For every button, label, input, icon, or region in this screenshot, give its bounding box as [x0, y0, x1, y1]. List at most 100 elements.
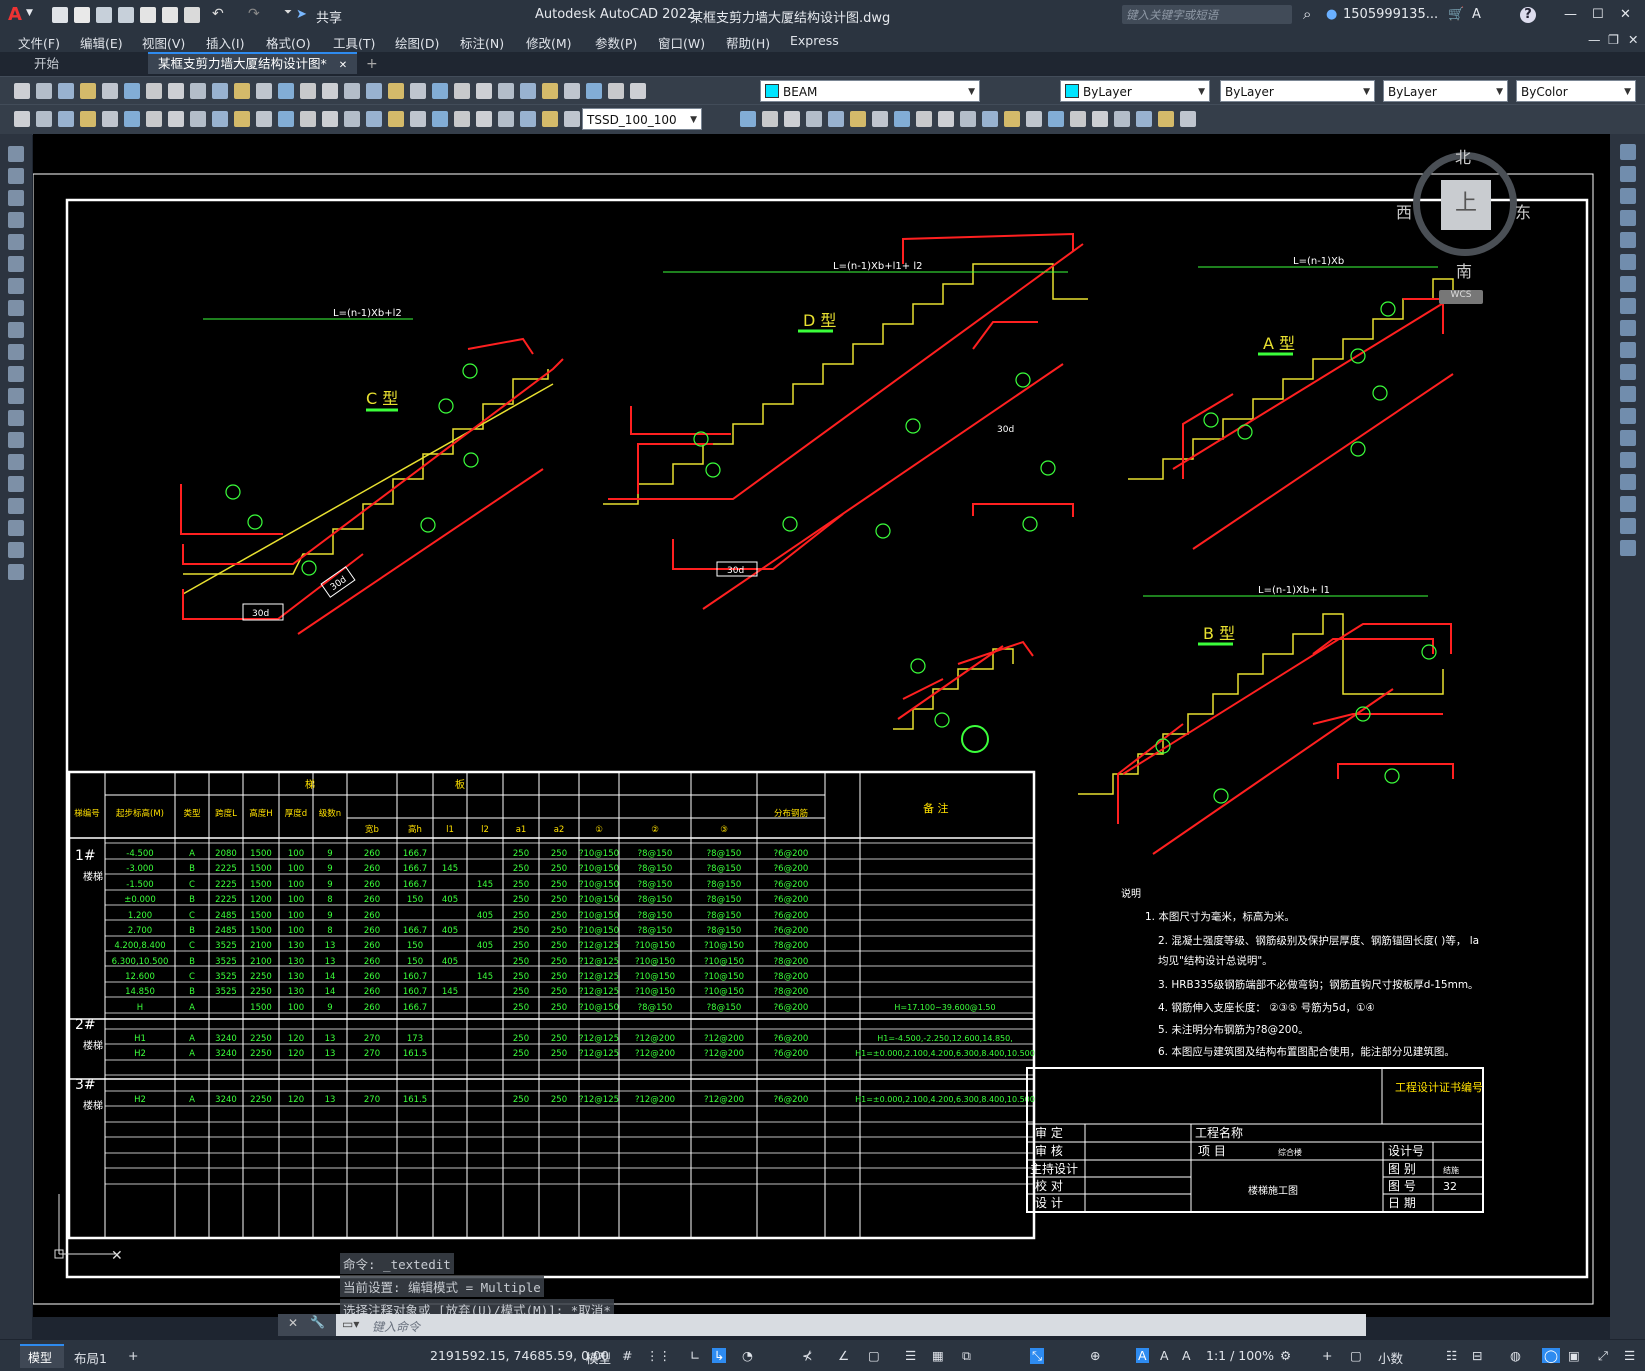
autoscale-icon[interactable]: A	[1160, 1348, 1169, 1363]
standard-tool-icon[interactable]	[168, 83, 184, 99]
user-name[interactable]: 1505999135...	[1343, 7, 1438, 22]
search-icon[interactable]: ⌕	[1303, 5, 1311, 23]
open-icon[interactable]	[74, 7, 90, 23]
modify-tool-icon[interactable]	[1620, 276, 1636, 292]
draw-tool-icon[interactable]	[740, 111, 756, 127]
save-web-icon[interactable]	[162, 7, 178, 23]
draw-tool-icon[interactable]	[8, 432, 24, 448]
draw-tool-icon[interactable]	[828, 111, 844, 127]
menu-edit[interactable]: 编辑(E)	[80, 33, 123, 52]
annotation-scale-icon[interactable]: A	[1182, 1348, 1191, 1363]
standard-tool-icon[interactable]	[146, 83, 162, 99]
draw-tool-icon[interactable]	[8, 234, 24, 250]
drawing-canvas[interactable]: 30d 30d C 型 L=(n-1)Xb+l2 D 型 L=(n-1)Xb+l…	[33, 134, 1610, 1317]
app-menu-chevron-icon[interactable]: ▼	[26, 8, 33, 18]
draw-tool-icon[interactable]	[8, 190, 24, 206]
draw-tool-icon[interactable]	[8, 476, 24, 492]
draw-tool-icon[interactable]	[542, 111, 558, 127]
menu-help[interactable]: 帮助(H)	[726, 33, 770, 52]
standard-tool-icon[interactable]	[542, 83, 558, 99]
compass-west[interactable]: 西	[1396, 199, 1412, 223]
draw-tool-icon[interactable]	[564, 111, 580, 127]
lineweight-dropdown[interactable]: ByLayer ▼	[1383, 80, 1508, 102]
units-value[interactable]: 小数	[1378, 1348, 1403, 1367]
standard-tool-icon[interactable]	[388, 83, 404, 99]
cad-drawing[interactable]: 30d 30d C 型 L=(n-1)Xb+l2 D 型 L=(n-1)Xb+l…	[33, 134, 1610, 1317]
maximize-button[interactable]: ☐	[1592, 7, 1604, 22]
tab-model[interactable]: 模型	[20, 1344, 64, 1368]
standard-tool-icon[interactable]	[102, 83, 118, 99]
annotation-scale[interactable]: 1:1 / 100%	[1206, 1348, 1274, 1363]
autodesk-app-icon[interactable]: A	[1472, 7, 1481, 22]
polar-icon[interactable]: ↳	[712, 1348, 727, 1363]
draw-tool-icon[interactable]	[1092, 111, 1108, 127]
share-button[interactable]: 共享	[316, 7, 342, 26]
transparency-icon[interactable]: ▦	[932, 1348, 944, 1363]
draw-tool-icon[interactable]	[498, 111, 514, 127]
modify-tool-icon[interactable]	[1620, 430, 1636, 446]
wcs-menu[interactable]: WCS	[1439, 290, 1483, 304]
chevron-down-icon[interactable]: ▼	[690, 109, 697, 129]
osnap-icon[interactable]: ⊀	[802, 1348, 812, 1363]
doc-restore-button[interactable]: ❐	[1608, 32, 1619, 47]
draw-tool-icon[interactable]	[146, 111, 162, 127]
draw-tool-icon[interactable]	[8, 212, 24, 228]
draw-tool-icon[interactable]	[806, 111, 822, 127]
grid-icon[interactable]: #	[622, 1348, 632, 1363]
standard-tool-icon[interactable]	[476, 83, 492, 99]
lock-ui-icon[interactable]: ⊟	[1472, 1348, 1482, 1363]
tab-close-icon[interactable]: ✕	[339, 60, 347, 71]
menu-format[interactable]: 格式(O)	[266, 33, 311, 52]
menu-draw[interactable]: 绘图(D)	[395, 33, 439, 52]
draw-tool-icon[interactable]	[8, 256, 24, 272]
viewcube-top-face[interactable]: 上	[1441, 180, 1491, 230]
draw-tool-icon[interactable]	[432, 111, 448, 127]
snap-icon[interactable]: ⋮⋮	[646, 1348, 671, 1363]
properties-icon[interactable]: ☷	[1446, 1348, 1457, 1363]
close-button[interactable]: ✕	[1620, 7, 1631, 22]
otrack-icon[interactable]: ∠	[838, 1348, 849, 1363]
menu-modify[interactable]: 修改(M)	[526, 33, 572, 52]
draw-tool-icon[interactable]	[8, 410, 24, 426]
draw-tool-icon[interactable]	[938, 111, 954, 127]
modify-tool-icon[interactable]	[1620, 408, 1636, 424]
draw-tool-icon[interactable]	[8, 454, 24, 470]
standard-tool-icon[interactable]	[80, 83, 96, 99]
draw-tool-icon[interactable]	[520, 111, 536, 127]
workspace-gear-icon[interactable]: ⚙	[1280, 1348, 1291, 1363]
tab-active-drawing[interactable]: 某框支剪力墙大厦结构设计图* ✕	[148, 52, 358, 74]
modify-tool-icon[interactable]	[1620, 474, 1636, 490]
compass-north[interactable]: 北	[1455, 144, 1471, 168]
menu-window[interactable]: 窗口(W)	[658, 33, 705, 52]
standard-tool-icon[interactable]	[410, 83, 426, 99]
standard-tool-icon[interactable]	[212, 83, 228, 99]
model-space-toggle[interactable]: 模型	[586, 1348, 611, 1367]
compass-south[interactable]: 南	[1456, 258, 1472, 282]
draw-tool-icon[interactable]	[1180, 111, 1196, 127]
draw-tool-icon[interactable]	[58, 111, 74, 127]
menu-insert[interactable]: 插入(I)	[206, 33, 244, 52]
customize-command-icon[interactable]: 🔧	[310, 1315, 325, 1329]
standard-tool-icon[interactable]	[234, 83, 250, 99]
coordinates[interactable]: 2191592.15, 74685.59, 0.00	[430, 1348, 609, 1363]
menu-view[interactable]: 视图(V)	[142, 33, 185, 52]
draw-tool-icon[interactable]	[1026, 111, 1042, 127]
modify-tool-icon[interactable]	[1620, 232, 1636, 248]
ortho-icon[interactable]: ∟	[690, 1348, 700, 1363]
draw-tool-icon[interactable]	[8, 322, 24, 338]
doc-close-button[interactable]: ✕	[1628, 32, 1638, 47]
draw-tool-icon[interactable]	[190, 111, 206, 127]
standard-tool-icon[interactable]	[432, 83, 448, 99]
standard-tool-icon[interactable]	[564, 83, 580, 99]
command-line-handle[interactable]: ✕ 🔧	[278, 1314, 336, 1336]
standard-tool-icon[interactable]	[630, 83, 646, 99]
compass-east[interactable]: 东	[1515, 199, 1531, 223]
lineweight-icon[interactable]: ☰	[905, 1348, 916, 1363]
draw-tool-icon[interactable]	[322, 111, 338, 127]
annotation-monitor-icon[interactable]: +	[1322, 1348, 1332, 1363]
fullscreen-icon[interactable]: ⤢	[1598, 1348, 1608, 1364]
draw-tool-icon[interactable]	[14, 111, 30, 127]
draw-tool-icon[interactable]	[36, 111, 52, 127]
draw-tool-icon[interactable]	[8, 168, 24, 184]
help-icon[interactable]: ?	[1520, 7, 1536, 23]
